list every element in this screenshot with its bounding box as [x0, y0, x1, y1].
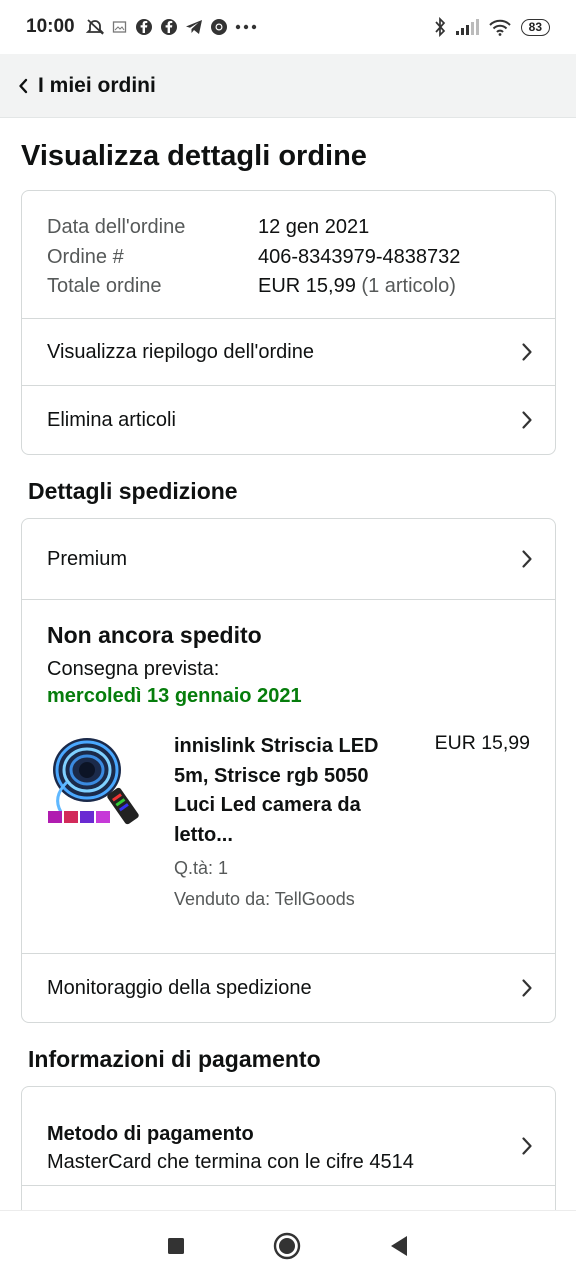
product-image[interactable] — [47, 732, 152, 830]
more-icon — [235, 24, 257, 30]
home-button[interactable] — [273, 1232, 301, 1260]
order-summary: Data dell'ordine 12 gen 2021 Ordine # 40… — [22, 191, 555, 319]
back-label: I miei ordini — [38, 73, 156, 97]
facebook-icon — [160, 18, 178, 36]
order-total-label: Totale ordine — [47, 275, 162, 297]
shipment-status: Non ancora spedito — [47, 622, 262, 648]
item-title-line: innislink Striscia LED — [174, 735, 379, 757]
track-shipment-label: Monitoraggio della spedizione — [47, 976, 312, 999]
item-title[interactable]: innislink Striscia LED 5m, Strisce rgb 5… — [174, 732, 404, 850]
order-number-row: Ordine # 406-8343979-4838732 — [47, 243, 530, 273]
item-quantity: Q.tà: 1 — [174, 858, 229, 878]
do-not-disturb-icon — [85, 18, 105, 36]
shipping-method-link[interactable]: Premium — [22, 519, 555, 600]
shipping-section-title: Dettagli spedizione — [28, 478, 238, 504]
order-item[interactable]: innislink Striscia LED 5m, Strisce rgb 5… — [47, 732, 530, 910]
payment-section-title: Informazioni di pagamento — [28, 1046, 321, 1072]
payment-method-info: Metodo di pagamento MasterCard che termi… — [47, 1123, 414, 1174]
delivery-date: mercoledì 13 gennaio 2021 — [47, 685, 302, 707]
recents-button[interactable] — [167, 1237, 185, 1255]
delete-items-label: Elimina articoli — [47, 408, 176, 431]
facebook-icon — [135, 18, 153, 36]
shipping-card: Premium Non ancora spedito Consegna prev… — [21, 518, 556, 1023]
chevron-left-icon — [18, 78, 28, 94]
chevron-right-icon — [521, 978, 533, 998]
shipping-method-label: Premium — [47, 547, 128, 570]
order-summary-card: Data dell'ordine 12 gen 2021 Ordine # 40… — [21, 190, 556, 455]
order-date-label: Data dell'ordine — [47, 216, 186, 238]
back-nav-button[interactable] — [389, 1235, 409, 1257]
system-icons: 83 — [434, 17, 550, 37]
chevron-right-icon — [521, 410, 533, 430]
chrome-icon — [210, 18, 228, 36]
payment-method-desc: MasterCard che termina con le cifre 4514 — [47, 1150, 414, 1173]
image-icon — [112, 20, 128, 34]
chevron-right-icon — [521, 549, 533, 569]
item-title-line: 5m, Strisce rgb 5050 — [174, 764, 369, 787]
wifi-icon — [488, 18, 512, 36]
status-bar: 10:00 83 — [0, 0, 576, 54]
order-total-amount: EUR 15,99 — [258, 275, 356, 297]
item-title-line: letto... — [174, 823, 233, 846]
back-button[interactable]: I miei ordini — [18, 74, 156, 98]
telegram-icon — [185, 19, 203, 35]
notification-icons — [85, 18, 257, 36]
order-number-value: 406-8343979-4838732 — [258, 245, 461, 268]
delivery-estimate-label: Consegna prevista: — [47, 658, 220, 680]
order-item-count: (1 articolo) — [361, 275, 456, 297]
order-total-value: EUR 15,99 (1 articolo) — [258, 272, 456, 302]
signal-icon — [455, 19, 479, 35]
battery-indicator: 83 — [520, 18, 550, 36]
order-total-row: Totale ordine EUR 15,99 (1 articolo) — [47, 272, 530, 302]
delete-items-link[interactable]: Elimina articoli — [22, 386, 555, 454]
payment-method-title: Metodo di pagamento — [47, 1122, 254, 1145]
track-shipment-link[interactable]: Monitoraggio della spedizione — [22, 954, 555, 1022]
payment-method-link[interactable]: Metodo di pagamento MasterCard che termi… — [22, 1087, 555, 1186]
order-number-label: Ordine # — [47, 245, 124, 268]
system-nav-bar — [0, 1210, 576, 1280]
bluetooth-icon — [434, 17, 446, 37]
item-price: EUR 15,99 — [434, 732, 530, 754]
item-seller: Venduto da: TellGoods — [174, 889, 355, 909]
app-header: I miei ordini — [0, 54, 576, 118]
status-time: 10:00 — [26, 16, 75, 37]
view-order-summary-link[interactable]: Visualizza riepilogo dell'ordine — [22, 319, 555, 386]
chevron-right-icon — [521, 1136, 533, 1161]
chevron-right-icon — [521, 342, 533, 362]
item-title-line: Luci Led camera da — [174, 794, 361, 816]
order-date-value: 12 gen 2021 — [258, 216, 370, 238]
shipment-block: Non ancora spedito Consegna prevista: me… — [22, 600, 555, 954]
view-order-summary-label: Visualizza riepilogo dell'ordine — [47, 340, 314, 363]
item-info: innislink Striscia LED 5m, Strisce rgb 5… — [174, 732, 404, 910]
order-date-row: Data dell'ordine 12 gen 2021 — [47, 213, 530, 243]
page-title: Visualizza dettagli ordine — [21, 140, 367, 172]
